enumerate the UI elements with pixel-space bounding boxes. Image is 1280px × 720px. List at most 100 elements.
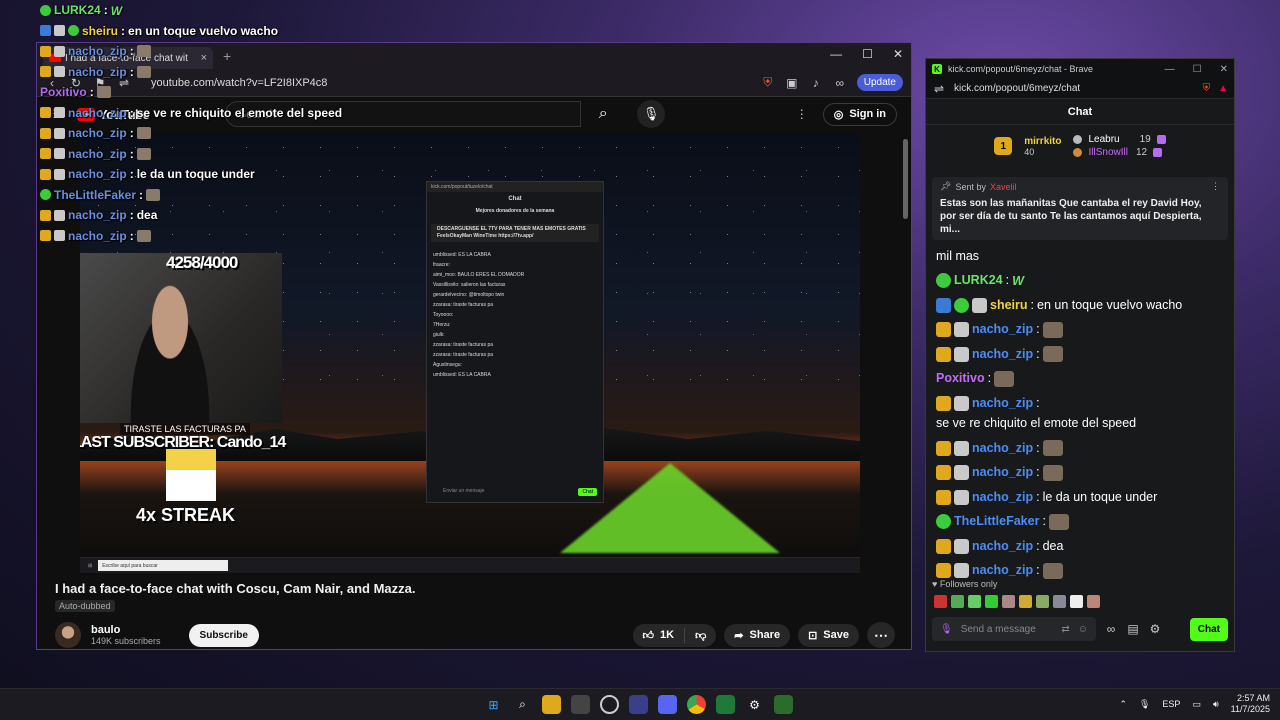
minimize-button[interactable]: — [830, 47, 842, 61]
crown-badge-icon[interactable] [936, 489, 951, 505]
chat-username[interactable]: Poxitivo [936, 370, 985, 388]
discord-icon[interactable] [658, 695, 677, 714]
taskbar-search-icon[interactable]: ⌕ [513, 695, 532, 714]
tray-chevron-icon[interactable]: ⌃ [1119, 699, 1127, 710]
crown-badge-icon[interactable] [936, 538, 951, 554]
microphone-icon[interactable]: 🎙 [637, 100, 666, 128]
sidebar-toggle-icon[interactable]: ▣ [785, 76, 799, 90]
chat-message[interactable]: nacho_zip: [936, 461, 1224, 486]
chat-username[interactable]: nacho_zip [972, 464, 1033, 482]
pinned-message[interactable]: 📌︎ Sent by Xavelil ⋮ Estas son las mañan… [932, 177, 1228, 240]
translate-icon[interactable]: ⇄ [1061, 624, 1069, 635]
sign-in-button[interactable]: ◎ Sign in [822, 102, 897, 126]
volume-icon[interactable]: 🔊︎ [1213, 699, 1219, 710]
subscribe-button[interactable]: Subscribe [188, 623, 259, 647]
maximize-button[interactable]: ☐ [862, 47, 873, 61]
chat-message[interactable]: TheLittleFaker: [936, 510, 1224, 535]
emote-icon[interactable] [1042, 562, 1063, 579]
close-window-button[interactable]: ✕ [893, 47, 903, 61]
emote-icon[interactable] [1048, 513, 1069, 530]
crown-badge-icon[interactable] [936, 346, 951, 362]
send-chat-button[interactable]: Chat [1189, 617, 1228, 641]
chrome-icon[interactable] [687, 695, 706, 714]
emote-icon[interactable] [1042, 440, 1063, 457]
emote-icon[interactable]: W [1012, 273, 1032, 289]
emoji-icon[interactable]: ☺ [1078, 624, 1088, 635]
chat-message[interactable]: nacho_zip: [936, 318, 1224, 343]
crown-badge-icon[interactable] [936, 440, 951, 456]
kick-brave-shield-icon[interactable]: ⛨ [1203, 83, 1211, 94]
language-indicator[interactable]: ESP [1162, 699, 1180, 709]
file-explorer-icon[interactable] [542, 695, 561, 714]
chat-username[interactable]: nacho_zip [972, 489, 1033, 507]
update-button[interactable]: Update [856, 74, 903, 91]
sub-badge-icon[interactable] [972, 297, 987, 313]
emote-icon[interactable] [1070, 595, 1083, 608]
leo-ai-icon[interactable]: ∞ [833, 76, 847, 90]
crown-badge-icon[interactable] [936, 563, 951, 579]
emote-icon[interactable] [1036, 595, 1049, 608]
message-input[interactable]: 🎙︎ Send a message ⇄ ☺ [932, 617, 1096, 641]
store-icon[interactable]: ▤ [1126, 622, 1140, 636]
channel-name[interactable]: baulo [91, 624, 161, 636]
sub-badge-icon[interactable] [954, 346, 969, 362]
green-badge-icon[interactable] [936, 514, 951, 530]
search-icon[interactable]: ⌕ [581, 101, 625, 127]
kick-minimize-button[interactable]: — [1165, 64, 1175, 75]
page-scrollbar[interactable] [902, 139, 909, 639]
emote-icon[interactable] [1019, 595, 1032, 608]
pinned-author[interactable]: Xavelil [990, 182, 1017, 192]
system-clock[interactable]: 2:57 AM 11/7/2025 [1231, 693, 1270, 715]
chat-message[interactable]: nacho_zip: se ve re chiquito el emote del… [936, 391, 1224, 436]
emote-icon[interactable] [934, 595, 947, 608]
kick-maximize-button[interactable]: ☐ [1193, 64, 1202, 75]
green-badge-icon[interactable] [936, 273, 951, 289]
obs-icon[interactable] [600, 695, 619, 714]
dislike-button[interactable]: 👎︎ [685, 624, 716, 647]
windows-start-icon[interactable]: ⊞ [484, 695, 503, 714]
emote-icon[interactable] [1053, 595, 1066, 608]
emote-icon[interactable] [1087, 595, 1100, 608]
chat-username[interactable]: sheiru [990, 297, 1028, 315]
kick-close-button[interactable]: ✕ [1220, 64, 1228, 75]
chat-username[interactable]: nacho_zip [972, 562, 1033, 580]
chat-message[interactable]: nacho_zip: [936, 342, 1224, 367]
second-gifter-name[interactable]: Leabru [1088, 134, 1119, 145]
save-button[interactable]: ⊡ Save [798, 623, 859, 647]
chat-message[interactable]: sheiru: en un toque vuelvo wacho [936, 293, 1224, 318]
chat-message[interactable]: LURK24: W [936, 269, 1224, 294]
settings-icon[interactable]: ⚙ [745, 695, 764, 714]
more-options-icon[interactable]: ⋮ [795, 107, 809, 121]
link-icon[interactable]: ∞ [1104, 622, 1118, 636]
share-button[interactable]: ➦ Share [724, 623, 791, 647]
chat-username[interactable]: nacho_zip [972, 538, 1033, 556]
sub-badge-icon[interactable] [954, 465, 969, 481]
emote-icon[interactable] [985, 595, 998, 608]
third-gifter-name[interactable]: IllSnowIll [1088, 147, 1127, 158]
sub-badge-icon[interactable] [954, 538, 969, 554]
sub-badge-icon[interactable] [954, 489, 969, 505]
blue-badge-icon[interactable] [936, 297, 951, 313]
chat-message[interactable]: nacho_zip: [936, 436, 1224, 461]
emote-icon[interactable] [951, 595, 964, 608]
chat-message[interactable]: nacho_zip: le da un toque under [936, 485, 1224, 510]
kick-url[interactable]: kick.com/popout/6meyz/chat [954, 83, 1080, 94]
chat-username[interactable]: nacho_zip [972, 440, 1033, 458]
crown-badge-icon[interactable] [936, 395, 951, 411]
channel-avatar[interactable] [55, 622, 81, 648]
excel-icon[interactable] [716, 695, 735, 714]
sub-badge-icon[interactable] [954, 322, 969, 338]
chat-username[interactable]: TheLittleFaker [954, 513, 1039, 531]
chat-username[interactable]: LURK24 [954, 272, 1003, 290]
tray-mic-icon[interactable]: 🎙︎ [1139, 699, 1150, 710]
network-icon[interactable]: ▭ [1192, 699, 1201, 710]
settings-gear-icon[interactable]: ⚙ [1148, 622, 1162, 636]
auto-dubbed-badge[interactable]: Auto-dubbed [55, 600, 115, 612]
emote-icon[interactable] [1042, 346, 1063, 363]
more-actions-button[interactable]: ⋯ [867, 622, 895, 648]
top-gifter-name[interactable]: mirrkito [1024, 136, 1061, 147]
chat-username[interactable]: nacho_zip [972, 395, 1033, 413]
brave-shield-icon[interactable]: ⛨ [761, 75, 775, 90]
mic-icon[interactable]: 🎙︎ [940, 624, 953, 635]
chat-username[interactable]: nacho_zip [972, 346, 1033, 364]
